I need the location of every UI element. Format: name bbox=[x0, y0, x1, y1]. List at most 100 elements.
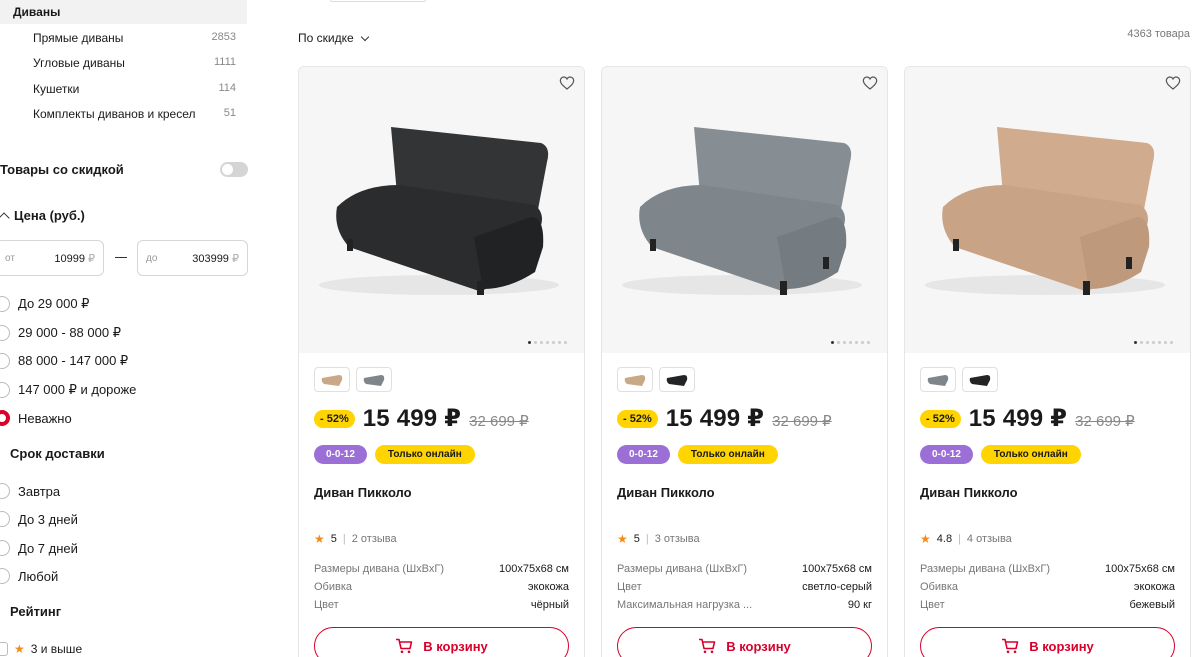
price-option[interactable]: 147 000 ₽ и дороже bbox=[0, 382, 136, 398]
image-pager[interactable] bbox=[1134, 341, 1173, 344]
divider: | bbox=[958, 533, 961, 545]
product-title[interactable]: Диван Пикколо bbox=[920, 485, 1018, 500]
current-price: 15 499 ₽ bbox=[968, 405, 1068, 432]
spec-row: Размеры дивана (ШхВхГ) 100х75х68 см bbox=[920, 563, 1175, 581]
color-swatch[interactable] bbox=[659, 367, 695, 392]
spec-key: Размеры дивана (ШхВхГ) bbox=[920, 563, 1050, 575]
delivery-section-header[interactable]: Срок доставки bbox=[10, 446, 105, 461]
heart-icon[interactable] bbox=[559, 75, 575, 91]
product-rating[interactable]: ★ 5 | 2 отзыва bbox=[314, 532, 397, 546]
price-option[interactable]: 88 000 - 147 000 ₽ bbox=[0, 353, 128, 369]
swatch-sofa-icon bbox=[624, 374, 646, 386]
review-count: 2 отзыва bbox=[351, 533, 397, 545]
color-swatch[interactable] bbox=[314, 367, 350, 392]
price-to-input[interactable]: до 303999 ₽ bbox=[137, 240, 248, 276]
radio-button[interactable] bbox=[0, 296, 10, 312]
radio-button[interactable] bbox=[0, 483, 10, 499]
spec-key: Цвет bbox=[314, 599, 339, 611]
radio-button[interactable] bbox=[0, 540, 10, 556]
color-swatch[interactable] bbox=[356, 367, 392, 392]
category-label: Прямые диваны bbox=[33, 31, 124, 45]
delivery-option[interactable]: Завтра bbox=[0, 483, 60, 499]
price-line: - 52% 15 499 ₽ 32 699 ₽ bbox=[617, 404, 832, 433]
product-image[interactable] bbox=[602, 67, 887, 353]
product-title[interactable]: Диван Пикколо bbox=[617, 485, 715, 500]
radio-button[interactable] bbox=[0, 382, 10, 398]
image-pager[interactable] bbox=[528, 341, 567, 344]
rating-section-header[interactable]: Рейтинг bbox=[10, 604, 61, 619]
sort-dropdown[interactable]: По скидке bbox=[298, 31, 369, 45]
price-from-value: 10999 bbox=[54, 252, 85, 265]
spec-value: 100х75х68 см bbox=[1105, 563, 1175, 575]
price-option[interactable]: До 29 000 ₽ bbox=[0, 296, 89, 312]
product-card[interactable]: - 52% 15 499 ₽ 32 699 ₽ 0-0-12 Только он… bbox=[298, 66, 585, 657]
add-to-cart-button[interactable]: В корзину bbox=[617, 627, 872, 657]
color-swatch[interactable] bbox=[920, 367, 956, 392]
checkbox[interactable] bbox=[0, 642, 8, 656]
heart-icon[interactable] bbox=[862, 75, 878, 91]
add-to-cart-button[interactable]: В корзину bbox=[314, 627, 569, 657]
delivery-option[interactable]: До 7 дней bbox=[0, 540, 78, 556]
product-rating[interactable]: ★ 4.8 | 4 отзыва bbox=[920, 532, 1012, 546]
delivery-option-label: Любой bbox=[18, 568, 59, 584]
spec-key: Максимальная нагрузка ... bbox=[617, 599, 753, 611]
star-icon: ★ bbox=[314, 532, 325, 546]
range-dash bbox=[115, 257, 127, 258]
price-section-header[interactable]: Цена (руб.) bbox=[0, 208, 85, 224]
delivery-option[interactable]: Любой bbox=[0, 568, 58, 584]
color-swatch[interactable] bbox=[617, 367, 653, 392]
discount-filter-label: Товары со скидкой bbox=[0, 162, 124, 177]
heart-icon[interactable] bbox=[1165, 75, 1181, 91]
rating-option[interactable]: ★ 3 и выше bbox=[0, 642, 82, 656]
spec-row: Размеры дивана (ШхВхГ) 100х75х68 см bbox=[314, 563, 569, 581]
product-image[interactable] bbox=[299, 67, 584, 353]
product-rating[interactable]: ★ 5 | 3 отзыва bbox=[617, 532, 700, 546]
product-specs: Размеры дивана (ШхВхГ) 100х75х68 см Обивк… bbox=[314, 563, 569, 617]
product-card[interactable]: - 52% 15 499 ₽ 32 699 ₽ 0-0-12 Только он… bbox=[904, 66, 1191, 657]
sofa-image bbox=[319, 127, 559, 295]
radio-button[interactable] bbox=[0, 353, 10, 369]
category-count: 51 bbox=[223, 107, 236, 119]
price-option[interactable]: 29 000 - 88 000 ₽ bbox=[0, 325, 121, 341]
spec-row: Цвет бежевый bbox=[920, 599, 1175, 617]
review-count: 4 отзыва bbox=[966, 533, 1012, 545]
radio-button[interactable] bbox=[0, 568, 10, 584]
spec-row: Цвет светло-серый bbox=[617, 581, 872, 599]
category-heading[interactable]: Диваны bbox=[0, 0, 247, 24]
delivery-option-label: Завтра bbox=[18, 483, 61, 499]
product-specs: Размеры дивана (ШхВхГ) 100х75х68 см Обивк… bbox=[920, 563, 1175, 617]
price-option-selected[interactable]: Неважно bbox=[0, 410, 72, 426]
add-to-cart-button[interactable]: В корзину bbox=[920, 627, 1175, 657]
delivery-option[interactable]: До 3 дней bbox=[0, 511, 78, 527]
product-image[interactable] bbox=[905, 67, 1190, 353]
ruble-sign: ₽ bbox=[88, 252, 95, 265]
discount-toggle[interactable] bbox=[220, 162, 248, 177]
star-icon: ★ bbox=[617, 532, 628, 546]
product-card[interactable]: - 52% 15 499 ₽ 32 699 ₽ 0-0-12 Только он… bbox=[601, 66, 888, 657]
image-pager[interactable] bbox=[831, 341, 870, 344]
category-item-couches[interactable]: Кушетки 114 bbox=[33, 82, 236, 96]
star-icon: ★ bbox=[14, 642, 25, 656]
category-count: 1111 bbox=[213, 56, 236, 68]
spec-row: Цвет чёрный bbox=[314, 599, 569, 617]
spec-value: светло-серый bbox=[802, 581, 872, 593]
color-swatch[interactable] bbox=[962, 367, 998, 392]
radio-button-selected[interactable] bbox=[0, 410, 10, 426]
radio-button[interactable] bbox=[0, 325, 10, 341]
product-title[interactable]: Диван Пикколо bbox=[314, 485, 412, 500]
cart-icon bbox=[699, 638, 716, 654]
price-to-value: 303999 bbox=[192, 252, 229, 265]
category-count: 2853 bbox=[211, 31, 236, 43]
category-item-straight[interactable]: Прямые диваны 2853 bbox=[33, 31, 236, 45]
category-item-sets[interactable]: Комплекты диванов и кресел 51 bbox=[33, 107, 236, 121]
category-item-corner[interactable]: Угловые диваны 1111 bbox=[33, 56, 236, 70]
spec-value: 100х75х68 см bbox=[802, 563, 872, 575]
current-price: 15 499 ₽ bbox=[665, 405, 765, 432]
add-to-cart-label: В корзину bbox=[423, 638, 488, 654]
radio-button[interactable] bbox=[0, 511, 10, 527]
category-label: Комплекты диванов и кресел bbox=[33, 107, 196, 121]
online-only-badge: Только онлайн bbox=[980, 445, 1081, 464]
price-from-input[interactable]: от 10999 ₽ bbox=[0, 240, 104, 276]
delivery-option-label: До 3 дней bbox=[18, 511, 78, 527]
spec-row: Обивка экокожа bbox=[314, 581, 569, 599]
